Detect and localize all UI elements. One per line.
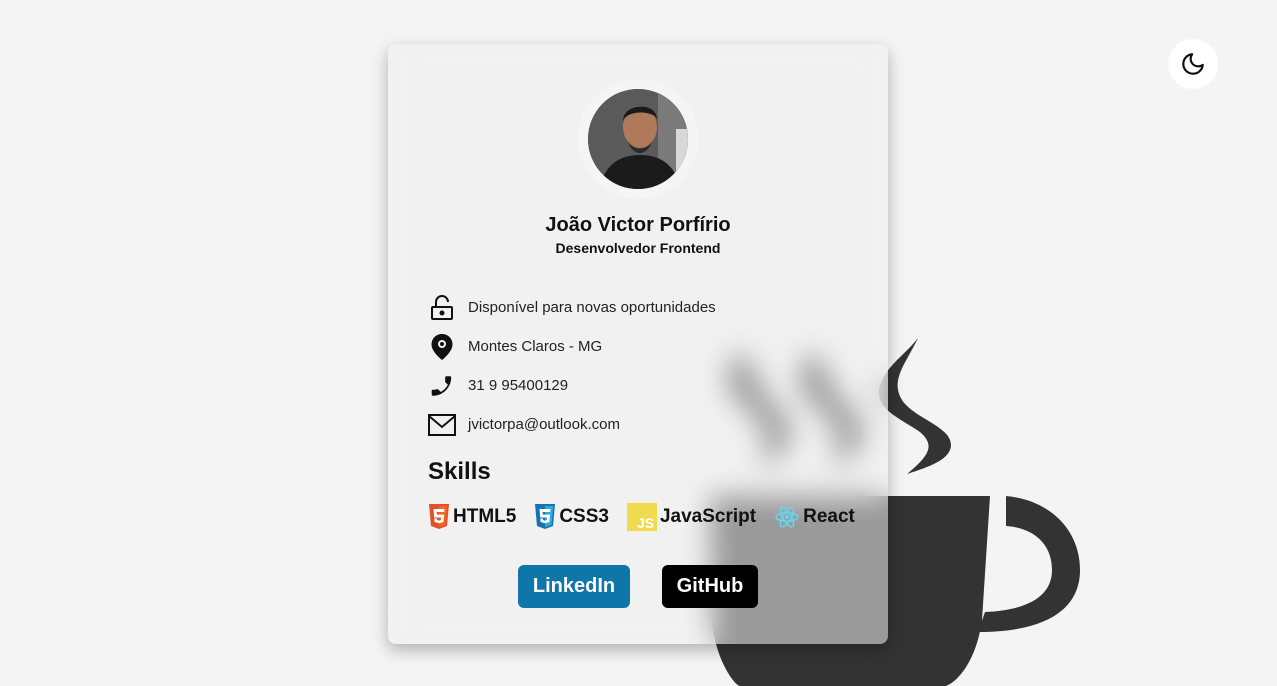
js-icon: JS [626,503,657,531]
skill-html5: HTML5 [428,504,516,530]
moon-icon [1182,53,1204,75]
avatar [588,89,688,189]
profile-role: Desenvolvedor Frontend [555,240,721,256]
css3-icon [535,504,556,529]
skill-javascript: JS JavaScript [626,503,757,531]
location-text: Montes Claros - MG [468,338,603,355]
skill-label: React [803,506,855,527]
info-email: jvictorpa@outlook.com [428,405,716,444]
avatar-ring [578,79,698,199]
email-text[interactable]: jvictorpa@outlook.com [468,416,620,433]
availability-text: Disponível para novas oportunidades [468,299,716,316]
skills-list: HTML5 CSS3 JS JavaScript React [428,503,855,531]
github-button[interactable]: GitHub [662,565,758,608]
skill-label: HTML5 [453,506,517,527]
info-location: Montes Claros - MG [428,327,716,366]
skill-label: CSS3 [559,506,609,527]
svg-text:JS: JS [637,515,654,531]
react-icon [775,506,799,528]
skill-react: React [774,504,855,530]
skills-title: Skills [428,458,491,485]
skill-label: JavaScript [659,506,757,527]
phone-text: 31 9 95400129 [468,377,569,394]
profile-name: João Victor Porfírio [545,214,731,236]
unlock-icon [428,294,456,322]
mail-icon [428,411,456,439]
skill-css3: CSS3 [534,504,609,530]
theme-toggle-button[interactable] [1168,39,1218,89]
profile-card: João Victor Porfírio Desenvolvedor Front… [388,44,888,644]
social-links: LinkedIn GitHub [518,565,758,608]
linkedin-button[interactable]: LinkedIn [518,565,630,608]
phone-icon [428,372,456,400]
map-pin-icon [428,333,456,361]
html5-icon [429,504,449,529]
info-list: Disponível para novas oportunidades Mont… [428,288,716,444]
info-availability: Disponível para novas oportunidades [428,288,716,327]
info-phone: 31 9 95400129 [428,366,716,405]
